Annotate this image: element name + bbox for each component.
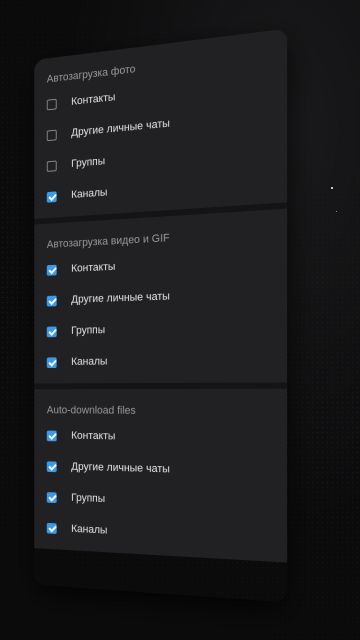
checkbox[interactable]	[46, 160, 57, 172]
checkbox[interactable]	[46, 295, 57, 307]
option-channels[interactable]: Каналы	[34, 343, 287, 378]
checkbox[interactable]	[46, 98, 57, 110]
checkbox[interactable]	[46, 129, 57, 141]
checkbox[interactable]	[46, 325, 57, 337]
option-label: Другие личные чаты	[71, 117, 170, 139]
checkbox[interactable]	[46, 460, 57, 472]
option-label: Группы	[71, 492, 106, 506]
option-label: Другие личные чаты	[71, 290, 170, 306]
background-star	[336, 211, 337, 212]
screen: Автозагрузка фото Контакты Другие личные…	[0, 0, 360, 640]
option-label: Группы	[71, 155, 106, 170]
section-files-autodownload: Auto-download files Контакты Другие личн…	[34, 388, 288, 563]
option-label: Каналы	[71, 186, 108, 201]
background-star	[331, 187, 333, 189]
checkbox[interactable]	[46, 264, 57, 276]
checkbox[interactable]	[46, 522, 57, 534]
section-photo-autodownload: Автозагрузка фото Контакты Другие личные…	[34, 28, 288, 219]
option-label: Каналы	[71, 355, 108, 368]
section-title: Auto-download files	[46, 404, 136, 417]
checkbox[interactable]	[46, 356, 57, 368]
section-video-gif-autodownload: Автозагрузка видео и GIF Контакты Другие…	[34, 208, 288, 384]
option-label: Контакты	[71, 260, 116, 275]
checkbox[interactable]	[46, 491, 57, 503]
option-label: Каналы	[71, 523, 108, 537]
checkbox[interactable]	[46, 430, 57, 441]
option-label: Группы	[71, 324, 106, 337]
option-label: Контакты	[71, 429, 116, 443]
option-label: Контакты	[71, 91, 116, 108]
option-label: Другие личные чаты	[71, 460, 170, 476]
autodownload-settings-panel: Автозагрузка фото Контакты Другие личные…	[34, 28, 288, 603]
option-groups[interactable]: Группы	[34, 309, 287, 347]
checkbox[interactable]	[46, 190, 57, 203]
